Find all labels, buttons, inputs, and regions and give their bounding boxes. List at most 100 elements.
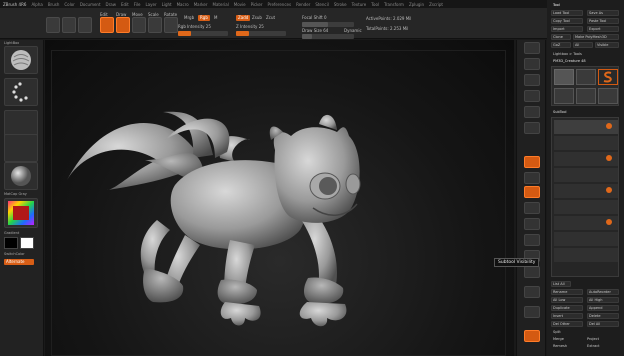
merge-button[interactable]: Merge: [553, 337, 564, 341]
canvas-viewport[interactable]: [45, 40, 514, 356]
z-intensity-slider[interactable]: [236, 31, 286, 36]
floor-button[interactable]: [524, 172, 540, 184]
tool-thumb[interactable]: [598, 88, 618, 104]
menu-item[interactable]: Tool: [371, 2, 379, 7]
actual-button[interactable]: [524, 106, 540, 118]
draw-size-slider[interactable]: [302, 34, 354, 39]
menu-item[interactable]: Preferences: [268, 2, 292, 7]
move-view-button[interactable]: [524, 234, 540, 246]
material-selector[interactable]: [4, 162, 38, 190]
rgb-toggle[interactable]: Rgb: [198, 15, 210, 21]
menu-item[interactable]: Zscript: [429, 2, 443, 7]
brush-selector[interactable]: [4, 46, 38, 74]
menu-item[interactable]: Layer: [145, 2, 156, 7]
projection-master-button[interactable]: [62, 17, 76, 33]
bpr-button[interactable]: [524, 42, 540, 54]
menu-item[interactable]: Alpha: [31, 2, 42, 7]
gradient-caption: Gradient: [4, 231, 20, 235]
menu-item[interactable]: Texture: [352, 2, 367, 7]
rgb-intensity-label: Rgb Intensity 25: [178, 24, 211, 29]
brush-icon: [11, 50, 31, 70]
spix-button[interactable]: [524, 58, 540, 70]
subtool-row[interactable]: [554, 232, 618, 246]
alternate-button[interactable]: Alternate: [4, 259, 34, 265]
menu-item[interactable]: Stencil: [315, 2, 329, 7]
tool-thumb[interactable]: [576, 69, 596, 85]
subtool-row[interactable]: [554, 248, 618, 262]
transp-button[interactable]: [524, 306, 540, 318]
solo-button[interactable]: [524, 330, 540, 342]
extract-button[interactable]: Extract: [587, 344, 600, 348]
split-button[interactable]: Split: [553, 330, 561, 334]
menu-item[interactable]: Zplugin: [409, 2, 424, 7]
scroll-button[interactable]: [524, 74, 540, 86]
move-button[interactable]: [132, 17, 146, 33]
tool-thumb[interactable]: [576, 88, 596, 104]
secondary-color-swatch[interactable]: [20, 237, 34, 249]
main-color-swatch[interactable]: [4, 237, 18, 249]
mrgb-toggle[interactable]: Mrgb: [184, 15, 194, 20]
rotate-view-button[interactable]: [524, 266, 540, 278]
creature-model[interactable]: [45, 40, 514, 356]
menu-item[interactable]: Light: [162, 2, 172, 7]
lightbox-tools-button[interactable]: Lightbox > Tools: [553, 52, 582, 56]
stroke-selector[interactable]: [4, 78, 38, 106]
edit-button[interactable]: [100, 17, 114, 33]
zcut-toggle[interactable]: Zcut: [266, 15, 275, 20]
frame-button[interactable]: [524, 218, 540, 230]
focal-shift-slider[interactable]: [302, 22, 354, 27]
tool-thumb[interactable]: [554, 69, 574, 85]
color-picker[interactable]: [4, 198, 38, 228]
polyf-button[interactable]: [524, 286, 540, 298]
palette-title: Tool: [553, 3, 560, 7]
local-button[interactable]: [524, 186, 540, 198]
clone-label: Clone: [553, 35, 563, 39]
rotate-button[interactable]: [164, 17, 178, 33]
menu-item[interactable]: File: [134, 2, 141, 7]
menu-item[interactable]: Stroke: [334, 2, 347, 7]
menu-item[interactable]: Picker: [251, 2, 263, 7]
subtool-header[interactable]: SubTool: [553, 110, 566, 114]
remesh-button[interactable]: Remesh: [553, 344, 567, 348]
subtool-row[interactable]: [554, 168, 618, 182]
aahalf-button[interactable]: [524, 122, 540, 134]
menu-item[interactable]: Document: [80, 2, 101, 7]
visibility-eye-icon[interactable]: [606, 219, 612, 225]
persp-button[interactable]: [524, 156, 540, 168]
menu-item[interactable]: Draw: [106, 2, 116, 7]
zadd-toggle[interactable]: Zadd: [236, 15, 251, 21]
lightbox-button[interactable]: [46, 17, 60, 33]
texture-selector[interactable]: [4, 134, 38, 162]
switch-color-button[interactable]: SwitchColor: [4, 252, 25, 256]
menu-item[interactable]: Color: [64, 2, 74, 7]
quick-sketch-button[interactable]: [78, 17, 92, 33]
visibility-eye-icon[interactable]: [606, 155, 612, 161]
menu-item[interactable]: Marker: [194, 2, 208, 7]
menu-item[interactable]: Brush: [48, 2, 60, 7]
tool-thumb[interactable]: [598, 69, 618, 85]
xyz-button[interactable]: [524, 202, 540, 214]
rename-label: Rename: [553, 290, 568, 294]
scale-button[interactable]: [148, 17, 162, 33]
menu-item[interactable]: Edit: [121, 2, 129, 7]
menu-item[interactable]: Material: [213, 2, 229, 7]
subtool-row[interactable]: [554, 136, 618, 150]
m-toggle[interactable]: M: [214, 15, 217, 20]
subtool-row[interactable]: [554, 200, 618, 214]
visibility-eye-icon[interactable]: [606, 187, 612, 193]
project-button[interactable]: Project: [587, 337, 599, 341]
save-as-label: Save As: [589, 11, 603, 15]
menu-item[interactable]: Macro: [177, 2, 189, 7]
draw-button[interactable]: [116, 17, 130, 33]
zsub-toggle[interactable]: Zsub: [252, 15, 262, 20]
zoom-button[interactable]: [524, 90, 540, 102]
dynamic-toggle[interactable]: Dynamic: [344, 28, 362, 33]
rgb-intensity-slider[interactable]: [178, 31, 228, 36]
visibility-eye-icon[interactable]: [606, 123, 612, 129]
tool-thumb[interactable]: [554, 88, 574, 104]
scale-label: Scale: [148, 12, 159, 17]
menu-item[interactable]: Movie: [234, 2, 246, 7]
menu-item[interactable]: Render: [296, 2, 310, 7]
menu-item[interactable]: Transform: [384, 2, 404, 7]
all-high-label: All High: [589, 298, 603, 302]
